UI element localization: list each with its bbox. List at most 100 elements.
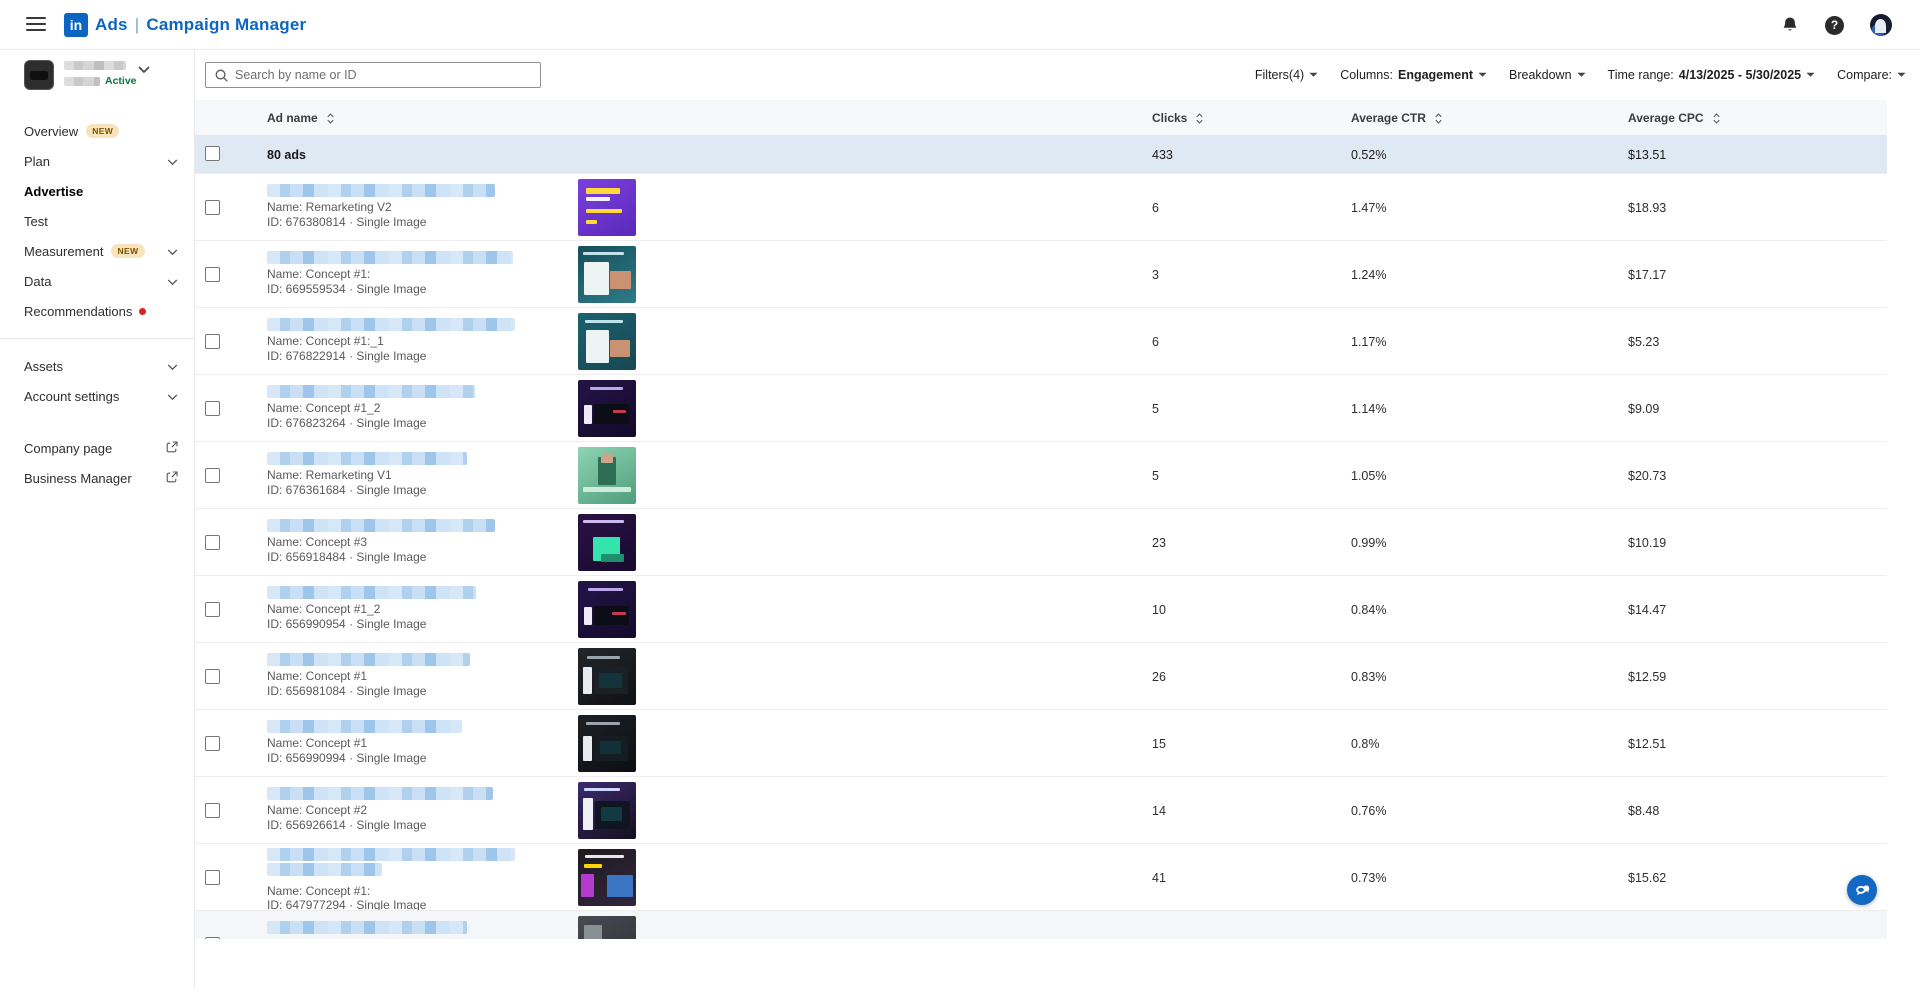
thumbnail-detail: [584, 864, 603, 869]
user-avatar[interactable]: [1870, 14, 1892, 36]
notifications-bell-icon[interactable]: [1781, 16, 1799, 34]
column-header-ad-name[interactable]: Ad name: [267, 111, 335, 125]
time-range-dropdown[interactable]: Time range:4/13/2025 - 5/30/2025: [1608, 68, 1816, 82]
row-checkbox[interactable]: [205, 401, 220, 416]
ad-thumbnail[interactable]: [578, 581, 636, 638]
clicks-value: 23: [1152, 536, 1166, 550]
thumbnail-detail: [583, 487, 632, 492]
row-checkbox[interactable]: [205, 736, 220, 751]
ad-title-redacted[interactable]: [267, 452, 467, 465]
ad-thumbnail[interactable]: [578, 715, 636, 772]
ad-name-line: Name: Concept #1:_1: [267, 334, 384, 348]
ad-id-line: ID: 669559534 · Single Image: [267, 282, 426, 296]
chevron-down-icon: [167, 389, 178, 404]
ad-thumbnail[interactable]: [578, 380, 636, 437]
row-checkbox[interactable]: [205, 669, 220, 684]
breakdown-dropdown[interactable]: Breakdown: [1509, 68, 1586, 82]
ad-title-redacted[interactable]: [267, 519, 495, 532]
ad-thumbnail[interactable]: [578, 313, 636, 370]
ad-thumbnail[interactable]: [578, 849, 636, 906]
average-ctr-value: 0.76%: [1351, 804, 1386, 818]
sidebar-item-advertise[interactable]: Advertise: [0, 176, 194, 206]
ad-name-line: Name: Concept #2: [267, 803, 367, 817]
help-icon[interactable]: ?: [1825, 16, 1844, 35]
ad-title-redacted[interactable]: [267, 787, 493, 800]
columns-dropdown[interactable]: Columns:Engagement: [1340, 68, 1487, 82]
search-input[interactable]: [235, 68, 532, 82]
table-row: Name: Concept #1:ID: 647977294 · Single …: [195, 843, 1887, 910]
sidebar-item-measurement[interactable]: MeasurementNEW: [0, 236, 194, 266]
row-checkbox[interactable]: [205, 535, 220, 550]
ad-title-redacted[interactable]: [267, 653, 470, 666]
filters-dropdown[interactable]: Filters(4): [1255, 68, 1318, 82]
ad-title-redacted[interactable]: [267, 720, 462, 733]
table-row: Name: Concept #1_2ID: 676823264 · Single…: [195, 374, 1887, 441]
ad-thumbnail[interactable]: [578, 447, 636, 504]
sidebar-item-test[interactable]: Test: [0, 206, 194, 236]
ad-title-redacted[interactable]: [267, 921, 467, 934]
sidebar-item-data[interactable]: Data: [0, 266, 194, 296]
ad-id-line: ID: 656990954 · Single Image: [267, 617, 426, 631]
account-selector[interactable]: Active: [0, 50, 194, 102]
ad-title-redacted[interactable]: [267, 318, 515, 331]
brand-ads-label: Ads: [95, 15, 128, 35]
row-checkbox[interactable]: [205, 870, 220, 885]
row-checkbox[interactable]: [205, 602, 220, 617]
ad-name-line: Name: Concept #1: [267, 669, 367, 683]
ad-thumbnail[interactable]: [578, 179, 636, 236]
hamburger-menu-icon[interactable]: [26, 17, 46, 32]
ad-title-redacted[interactable]: [267, 848, 515, 861]
chat-support-button[interactable]: [1847, 875, 1877, 905]
thumbnail-detail: [601, 454, 613, 463]
thumbnail-detail: [612, 612, 626, 615]
thumbnail-detail: [583, 667, 592, 693]
ad-title-redacted[interactable]: [267, 251, 513, 264]
ad-thumbnail[interactable]: [578, 514, 636, 571]
thumbnail-detail: [601, 554, 624, 562]
row-checkbox[interactable]: [205, 937, 220, 939]
ad-id-line: ID: 656926614 · Single Image: [267, 818, 426, 832]
thumbnail-detail: [586, 722, 620, 725]
row-checkbox[interactable]: [205, 334, 220, 349]
sidebar-item-company-page[interactable]: Company page: [0, 433, 194, 463]
sidebar-nav: OverviewNEWPlanAdvertiseTestMeasurementN…: [0, 116, 194, 493]
thumbnail-detail: [586, 188, 620, 194]
sidebar-item-assets[interactable]: Assets: [0, 351, 194, 381]
thumbnail-detail: [585, 320, 623, 323]
clicks-value: 14: [1152, 804, 1166, 818]
ad-title-redacted[interactable]: [267, 385, 475, 398]
average-cpc-value: $12.59: [1628, 670, 1666, 684]
sidebar-item-overview[interactable]: OverviewNEW: [0, 116, 194, 146]
sidebar-item-business-manager[interactable]: Business Manager: [0, 463, 194, 493]
row-checkbox[interactable]: [205, 468, 220, 483]
ad-title-redacted[interactable]: [267, 184, 495, 197]
ad-thumbnail[interactable]: [578, 246, 636, 303]
row-checkbox[interactable]: [205, 267, 220, 282]
compare-dropdown[interactable]: Compare:: [1837, 68, 1906, 82]
ad-id-line: ID: 676380814 · Single Image: [267, 215, 426, 229]
sidebar-item-label: Account settings: [24, 389, 119, 404]
sidebar-item-plan[interactable]: Plan: [0, 146, 194, 176]
thumbnail-detail: [586, 197, 610, 202]
ad-title-redacted[interactable]: [267, 586, 476, 599]
ad-title-redacted-line2[interactable]: [267, 863, 382, 876]
ad-id-line: ID: 656990994 · Single Image: [267, 751, 426, 765]
select-all-checkbox[interactable]: [205, 146, 220, 161]
thumbnail-detail: [594, 404, 629, 425]
average-ctr-value: 0.84%: [1351, 603, 1386, 617]
average-cpc-value: $10.19: [1628, 536, 1666, 550]
row-checkbox[interactable]: [205, 200, 220, 215]
thumbnail-detail: [586, 330, 609, 363]
ad-thumbnail[interactable]: [578, 648, 636, 705]
sidebar-item-label: Recommendations: [24, 304, 132, 319]
sidebar-item-account-settings[interactable]: Account settings: [0, 381, 194, 411]
column-header-average-cpc[interactable]: Average CPC: [1628, 111, 1721, 125]
column-header-clicks[interactable]: Clicks: [1152, 111, 1204, 125]
ad-thumbnail[interactable]: [578, 916, 636, 939]
clicks-value: 3: [1152, 268, 1159, 282]
ad-thumbnail[interactable]: [578, 782, 636, 839]
table-row: Name: Concept #1ID: 656981084 · Single I…: [195, 642, 1887, 709]
row-checkbox[interactable]: [205, 803, 220, 818]
sidebar-item-recommendations[interactable]: Recommendations: [0, 296, 194, 326]
column-header-average-ctr[interactable]: Average CTR: [1351, 111, 1443, 125]
